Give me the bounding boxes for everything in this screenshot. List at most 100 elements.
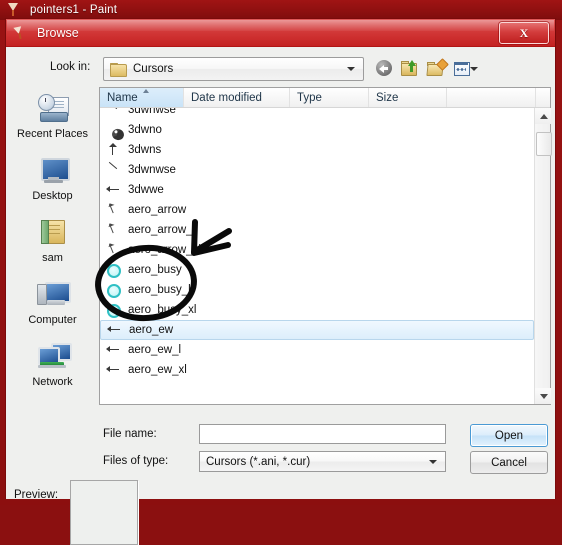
file-name-label: aero_arrow [128,204,187,216]
back-button[interactable] [375,59,394,78]
cursor-arrow-gear-icon [106,123,120,137]
cursor-ew-icon [106,363,120,377]
paint-icon [6,2,22,18]
file-name-label: aero_arrow_xl [128,244,201,256]
column-header-blank[interactable] [447,88,536,107]
open-button[interactable]: Open [470,424,548,447]
column-header-type[interactable]: Type [290,88,369,107]
close-button[interactable]: X [499,22,549,44]
filename-label: File name: [103,428,157,440]
list-item[interactable]: 3dwnwse [100,108,550,120]
preview-label: Preview: [14,489,59,501]
list-item[interactable]: 3dwwe [100,180,550,200]
sidebar-item-computer[interactable]: Computer [10,277,95,339]
scrollbar-thumb[interactable] [536,132,552,156]
list-item[interactable]: aero_busy_xl [100,300,550,320]
cursor-arrow-icon [106,203,120,217]
places-bar: Recent Places Desktop sam Computer Netwo… [10,91,95,406]
open-button-label: Open [494,429,524,442]
dialog-titlebar[interactable]: Browse X [6,19,555,47]
cursor-busy-icon [106,263,121,278]
cursor-ew-icon [107,323,121,337]
filename-input[interactable] [199,424,446,444]
file-name-label: aero_busy_l [128,284,191,296]
sidebar-item-network[interactable]: Network [10,339,95,401]
sort-ascending-icon [143,89,149,93]
list-item[interactable]: aero_busy_l [100,280,550,300]
new-folder-button[interactable] [426,57,449,78]
sidebar-item-desktop[interactable]: Desktop [10,153,95,215]
column-label: Type [297,91,322,104]
desktop-icon [36,155,70,187]
cancel-button[interactable]: Cancel [470,451,548,474]
column-header-date-modified[interactable]: Date modified [184,88,290,107]
file-list-rows: 3dwnwse 3dwno 3dwns 3dwnwse 3dwwe aero_a… [100,108,550,380]
scroll-up-button[interactable] [535,108,551,124]
browse-dialog: Browse X Look in: Cursors Recent Places … [5,18,556,545]
sidebar-item-sam[interactable]: sam [10,215,95,277]
list-item[interactable]: 3dwnwse [100,160,550,180]
recent-places-icon [36,93,70,125]
chevron-down-icon [540,394,548,399]
file-name-label: 3dwns [128,144,162,156]
network-icon [36,341,72,373]
file-list-scrollbar[interactable] [534,108,552,404]
cursor-nwse-icon [106,163,120,177]
list-item-selected[interactable]: aero_ew [100,320,534,340]
cursor-busy-icon [106,283,121,298]
column-header-name[interactable]: Name [100,88,184,107]
cancel-button-label: Cancel [491,456,527,469]
paint-window-title: pointers1 - Paint [30,4,118,16]
close-icon: X [519,25,529,40]
chevron-down-icon[interactable] [470,66,478,71]
sidebar-item-label: sam [42,252,63,264]
lookin-combobox[interactable]: Cursors [103,57,364,81]
paint-bucket-icon [13,25,29,41]
file-name-label: 3dwno [128,124,162,136]
scroll-down-button[interactable] [535,388,551,404]
lookin-row: Look in: Cursors [6,57,555,81]
cursor-ns-icon [106,143,120,157]
chevron-down-icon[interactable] [429,460,437,464]
filetype-value: Cursors (*.ani, *.cur) [206,455,311,468]
list-item[interactable]: aero_ew_l [100,340,550,360]
list-item[interactable]: aero_busy [100,260,550,280]
list-item[interactable]: aero_arrow_l [100,220,550,240]
filetype-combobox[interactable]: Cursors (*.ani, *.cur) [199,451,446,472]
up-folder-icon [408,59,416,66]
file-name-label: aero_ew_xl [128,364,187,376]
list-item[interactable]: aero_arrow [100,200,550,220]
file-name-label: aero_busy [128,264,182,276]
computer-icon [36,279,71,311]
cursor-arrow-icon [106,243,120,257]
list-item[interactable]: 3dwno [100,120,550,140]
cursor-ew-icon [106,343,120,357]
cursor-ew-icon [106,183,120,197]
chevron-up-icon [540,114,548,119]
views-button[interactable] [453,59,478,78]
column-header-size[interactable]: Size [369,88,447,107]
list-item[interactable]: aero_ew_xl [100,360,550,380]
column-label: Size [376,91,399,104]
sidebar-item-recent-places[interactable]: Recent Places [10,91,95,153]
file-list-scroll-area[interactable]: 3dwnwse 3dwno 3dwns 3dwnwse 3dwwe aero_a… [100,108,550,404]
lookin-value: Cursors [133,63,174,75]
up-folder-button[interactable] [401,59,420,78]
cursor-nwse-icon [106,108,120,117]
list-item[interactable]: aero_arrow_xl [100,240,550,260]
file-name-label: 3dwnwse [128,108,176,116]
column-label: Date modified [191,91,262,104]
file-name-label: 3dwwe [128,184,164,196]
user-folder-icon [36,217,70,249]
filetype-label: Files of type: [103,455,169,467]
views-icon [456,66,466,72]
dialog-title: Browse [37,25,79,40]
navigation-toolbar [375,56,478,80]
chevron-down-icon[interactable] [347,67,355,71]
folder-icon [110,62,127,77]
file-list-header: Name Date modified Type Size [100,88,550,108]
file-name-label: 3dwnwse [128,164,176,176]
sidebar-item-label: Network [32,376,73,388]
file-name-label: aero_ew_l [128,344,182,356]
list-item[interactable]: 3dwns [100,140,550,160]
